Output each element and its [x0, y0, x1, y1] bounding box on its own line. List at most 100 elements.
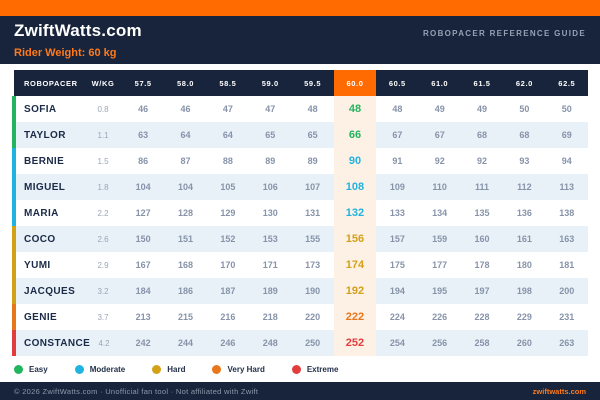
watts-cell: 220 — [305, 312, 321, 322]
watts-cell: 50 — [561, 104, 572, 114]
legend-item-hard: Hard — [152, 364, 186, 374]
watts-cell: 88 — [222, 156, 233, 166]
watts-cell: 216 — [220, 312, 236, 322]
watts-cell: 92 — [477, 156, 488, 166]
watts-cell: 86 — [138, 156, 149, 166]
table-header-row: ROBOPACER W/KG 57.5 58.0 58.5 59.0 59.5 60.0 60.… — [14, 70, 588, 96]
legend-label: Easy — [29, 364, 48, 374]
column-header-weight-58.5: 58.5 — [206, 70, 250, 96]
watts-cell: 49 — [477, 104, 488, 114]
watts-cell-highlight: 156 — [333, 226, 377, 252]
watts-cell: 130 — [262, 208, 278, 218]
watts-cell: 50 — [519, 104, 530, 114]
rider-wkg: 2.2 — [97, 208, 109, 218]
legend-dot-easy-icon — [14, 364, 23, 374]
watts-cell: 67 — [434, 130, 445, 140]
rider-wkg: 1.5 — [97, 156, 109, 166]
watts-cell: 181 — [559, 260, 575, 270]
rider-name: CONSTANCE — [12, 330, 90, 356]
watts-cell-highlight: 252 — [333, 330, 377, 356]
watts-cell-highlight: 192 — [333, 278, 377, 304]
watts-cell: 242 — [135, 338, 151, 348]
watts-cell-highlight: 48 — [333, 96, 377, 122]
legend-item-easy: Easy — [14, 364, 48, 374]
site-logo: ZwiftWatts.com — [14, 21, 142, 40]
watts-cell: 128 — [178, 208, 194, 218]
watts-cell: 136 — [516, 208, 532, 218]
table-row-bernie: BERNIE 1.5 86 87 88 89 89 90 91 92 92 93 94 — [12, 148, 588, 174]
watts-cell: 110 — [432, 182, 447, 192]
watts-cell: 133 — [389, 208, 405, 218]
table-area: ROBOPACER W/KG 57.5 58.0 58.5 59.0 59.5 60.0 60.… — [0, 64, 600, 356]
watts-cell: 134 — [432, 208, 448, 218]
footer-site-link[interactable]: zwiftwatts.com — [533, 387, 586, 396]
watts-cell: 260 — [516, 338, 532, 348]
watts-cell: 159 — [432, 234, 448, 244]
rider-name: BERNIE — [12, 148, 86, 174]
column-header-weight-58.0: 58.0 — [164, 70, 207, 96]
rider-name: GENIE — [12, 304, 86, 330]
watts-cell: 178 — [474, 260, 490, 270]
watts-cell: 138 — [559, 208, 575, 218]
watts-cell: 152 — [220, 234, 236, 244]
watts-cell-highlight: 66 — [333, 122, 377, 148]
watts-cell-highlight: 174 — [333, 252, 377, 278]
watts-cell: 194 — [389, 286, 405, 296]
watts-cell: 231 — [559, 312, 575, 322]
watts-cell: 160 — [474, 234, 490, 244]
table-row-taylor: TAYLOR 1.1 63 64 64 65 65 66 67 67 68 68 69 — [12, 122, 588, 148]
table-row-yumi: YUMI 2.9 167 168 170 171 173 174 175 177 178 180 181 — [12, 252, 588, 278]
watts-cell: 195 — [432, 286, 448, 296]
watts-cell: 113 — [559, 182, 575, 192]
column-header-weight-59.0: 59.0 — [249, 70, 292, 96]
rider-wkg: 2.6 — [97, 234, 109, 244]
watts-cell: 64 — [222, 130, 233, 140]
watts-cell: 248 — [262, 338, 278, 348]
watts-cell: 226 — [432, 312, 448, 322]
watts-cell: 213 — [135, 312, 151, 322]
watts-cell: 48 — [307, 104, 318, 114]
watts-cell: 151 — [178, 234, 194, 244]
watts-cell: 47 — [265, 104, 276, 114]
watts-cell: 171 — [262, 260, 278, 270]
rider-name: TAYLOR — [12, 122, 86, 148]
watts-cell: 170 — [220, 260, 236, 270]
watts-cell: 49 — [434, 104, 445, 114]
watts-cell: 94 — [561, 156, 572, 166]
legend-item-very-hard: Very Hard — [212, 364, 265, 374]
watts-cell: 175 — [389, 260, 405, 270]
watts-cell: 48 — [392, 104, 403, 114]
watts-cell: 104 — [178, 182, 194, 192]
legend-label: Hard — [167, 364, 186, 374]
column-header-weight-62.0: 62.0 — [503, 70, 546, 96]
rider-name: MARIA — [12, 200, 86, 226]
watts-cell: 65 — [307, 130, 318, 140]
column-header-weight-60.0: 60.0 — [333, 70, 377, 96]
watts-cell: 67 — [392, 130, 403, 140]
watts-cell: 254 — [389, 338, 405, 348]
page-footer: © 2026 ZwiftWatts.com · Unofficial fan t… — [0, 382, 600, 400]
rider-name: JACQUES — [12, 278, 86, 304]
watts-cell: 256 — [432, 338, 448, 348]
watts-cell: 150 — [135, 234, 151, 244]
watts-cell: 89 — [265, 156, 276, 166]
page: ZwiftWatts.com Rider Weight: 60 kg ROBOP… — [0, 0, 600, 400]
watts-cell: 46 — [180, 104, 191, 114]
watts-cell: 197 — [474, 286, 490, 296]
reference-guide-label: ROBOPACER REFERENCE GUIDE — [422, 29, 586, 38]
rider-wkg: 2.9 — [97, 260, 109, 270]
watts-cell: 244 — [178, 338, 194, 348]
rider-wkg: 3.7 — [97, 312, 109, 322]
watts-cell: 246 — [220, 338, 236, 348]
watts-cell: 47 — [222, 104, 233, 114]
column-header-weight-61.0: 61.0 — [418, 70, 461, 96]
rider-name: SOFIA — [12, 96, 86, 122]
watts-cell-highlight: 108 — [333, 174, 377, 200]
watts-cell: 135 — [474, 208, 490, 218]
watts-cell: 189 — [262, 286, 278, 296]
watts-cell: 92 — [434, 156, 445, 166]
column-header-robopacer: ROBOPACER — [14, 70, 86, 96]
rider-wkg: 1.1 — [97, 130, 109, 140]
watts-cell: 105 — [220, 182, 236, 192]
rider-wkg: 1.8 — [97, 182, 109, 192]
